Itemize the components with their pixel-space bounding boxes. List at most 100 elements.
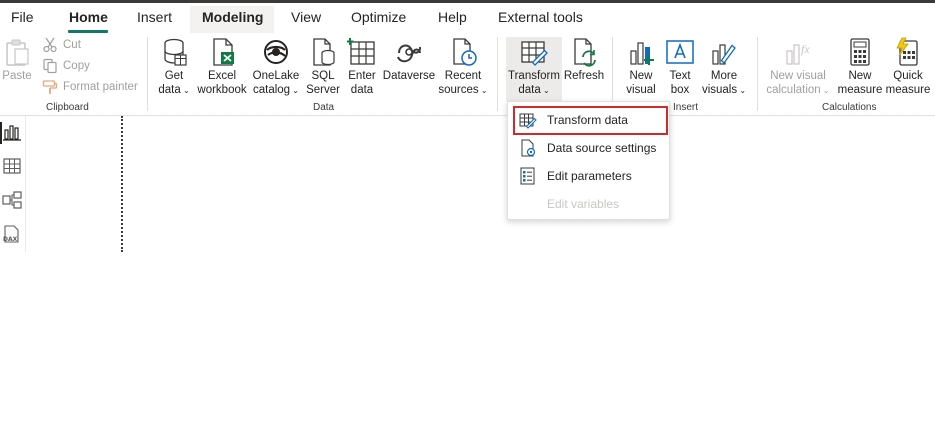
onelake-catalog-button[interactable]: OneLake catalog ⌄ <box>251 37 301 98</box>
format-painter-button[interactable]: Format painter <box>42 79 138 95</box>
edit-variables-icon <box>519 195 537 213</box>
more-visuals-label-1: More <box>710 70 738 82</box>
tab-optimize[interactable]: Optimize <box>351 9 406 25</box>
enter-data-label-1: Enter <box>348 70 376 82</box>
menu-item-label: Data source settings <box>547 141 657 155</box>
paste-icon <box>6 39 29 66</box>
svg-text:DAX: DAX <box>3 236 18 243</box>
new-measure-button[interactable]: New measure <box>836 37 884 97</box>
view-switcher-rail: DAX <box>0 116 26 252</box>
chevron-down-icon: ⌄ <box>540 86 550 95</box>
group-label-insert: Insert <box>673 102 699 113</box>
onelake-label-2: catalog <box>252 84 291 96</box>
text-box-icon <box>666 40 694 64</box>
tab-home[interactable]: Home <box>69 9 108 25</box>
get-data-button[interactable]: Get data ⌄ <box>155 37 193 98</box>
text-box-label-1: Text <box>669 70 691 82</box>
paintbrush-icon <box>42 80 58 94</box>
quick-measure-icon <box>896 37 918 66</box>
excel-label-2: workbook <box>197 84 247 96</box>
tab-external-tools[interactable]: External tools <box>498 9 583 25</box>
tab-help[interactable]: Help <box>438 9 467 25</box>
visual-calculation-icon: fx <box>786 42 810 65</box>
quick-measure-label-1: Quick <box>893 70 923 82</box>
refresh-button[interactable]: Refresh <box>563 37 605 83</box>
quick-measure-button[interactable]: Quick measure <box>884 37 932 97</box>
tab-insert[interactable]: Insert <box>137 9 172 25</box>
sql-server-icon <box>313 38 335 66</box>
excel-icon <box>213 38 234 66</box>
group-label-calculations: Calculations <box>822 102 877 113</box>
table-view-icon[interactable] <box>2 156 22 176</box>
dataverse-label: Dataverse <box>382 70 436 82</box>
enter-data-label-2: data <box>350 84 374 96</box>
model-view-icon[interactable] <box>2 190 22 210</box>
new-visual-label-2: visual <box>626 84 656 96</box>
data-source-settings-icon <box>521 139 536 157</box>
onelake-icon <box>264 40 288 64</box>
edit-parameters-icon <box>520 167 535 185</box>
more-visuals-button[interactable]: More visuals ⌄ <box>700 37 748 98</box>
new-visual-calculation-button[interactable]: fx New visual calculation ⌄ <box>764 37 832 98</box>
ribbon: Paste Cut Copy Format painter Clipboard <box>0 33 935 116</box>
calculator-icon <box>850 38 870 66</box>
chevron-down-icon: ⌄ <box>737 86 747 95</box>
chevron-down-icon: ⌄ <box>478 86 488 95</box>
paste-label: Paste <box>2 70 32 82</box>
group-label-clipboard: Clipboard <box>46 102 89 113</box>
dax-query-view-icon[interactable]: DAX <box>2 224 22 244</box>
format-painter-label: Format painter <box>63 81 138 93</box>
report-view-icon[interactable] <box>2 122 22 142</box>
refresh-icon <box>574 38 596 67</box>
chevron-down-icon: ⌄ <box>290 86 300 95</box>
transform-data-button[interactable]: Transform data ⌄ <box>506 37 562 101</box>
recent-sources-icon <box>453 38 477 66</box>
new-measure-label-2: measure <box>837 84 883 96</box>
text-box-label-2: box <box>670 84 690 96</box>
chevron-down-icon: ⌄ <box>820 86 830 95</box>
tab-modeling[interactable]: Modeling <box>202 9 263 25</box>
text-box-button[interactable]: Text box <box>662 37 698 97</box>
dataverse-button[interactable]: Dataverse <box>382 37 436 83</box>
recent-sources-button[interactable]: Recent sources ⌄ <box>438 37 488 98</box>
cut-button[interactable]: Cut <box>42 37 81 53</box>
excel-workbook-button[interactable]: Excel workbook <box>195 37 249 97</box>
group-label-data: Data <box>313 102 335 113</box>
sql-label-1: SQL <box>311 70 335 82</box>
menu-item-edit-variables[interactable]: Edit variables <box>512 191 667 217</box>
sql-server-button[interactable]: SQL Server <box>305 37 341 97</box>
new-visual-label-1: New <box>629 70 653 82</box>
copy-button[interactable]: Copy <box>42 58 90 74</box>
chevron-down-icon: ⌄ <box>180 86 190 95</box>
menu-item-label: Transform data <box>547 113 628 127</box>
canvas-boundary-line <box>121 116 123 252</box>
paste-button[interactable]: Paste <box>2 37 32 83</box>
refresh-label: Refresh <box>563 70 605 82</box>
menu-item-transform-data[interactable]: Transform data <box>512 107 667 133</box>
get-data-label-2: data <box>158 84 181 96</box>
database-icon <box>164 38 187 66</box>
transform-label-2: data <box>518 84 541 96</box>
menu-item-label: Edit parameters <box>547 169 632 183</box>
new-measure-label-1: New <box>848 70 872 82</box>
cut-label: Cut <box>63 39 81 51</box>
get-data-label-1: Get <box>164 70 184 82</box>
menu-item-label: Edit variables <box>547 197 620 211</box>
tab-file[interactable]: File <box>11 9 34 25</box>
tab-view[interactable]: View <box>291 9 321 25</box>
excel-label-1: Excel <box>207 70 237 82</box>
onelake-label-1: OneLake <box>252 70 300 82</box>
group-divider <box>147 37 148 111</box>
group-divider <box>757 37 758 111</box>
recent-label-1: Recent <box>444 70 482 82</box>
copy-label: Copy <box>63 60 90 72</box>
ribbon-tabs: File Home Insert Modeling View Optimize … <box>0 3 935 33</box>
more-visuals-label-2: visuals <box>701 84 738 96</box>
new-visual-button[interactable]: New visual <box>620 37 662 97</box>
enter-data-button[interactable]: Enter data <box>345 37 379 97</box>
new-visual-calc-label-1: New visual <box>770 70 826 82</box>
menu-item-data-source-settings[interactable]: Data source settings <box>512 135 667 161</box>
dataverse-icon <box>397 44 422 63</box>
menu-item-edit-parameters[interactable]: Edit parameters <box>512 163 667 189</box>
group-divider <box>497 37 498 111</box>
